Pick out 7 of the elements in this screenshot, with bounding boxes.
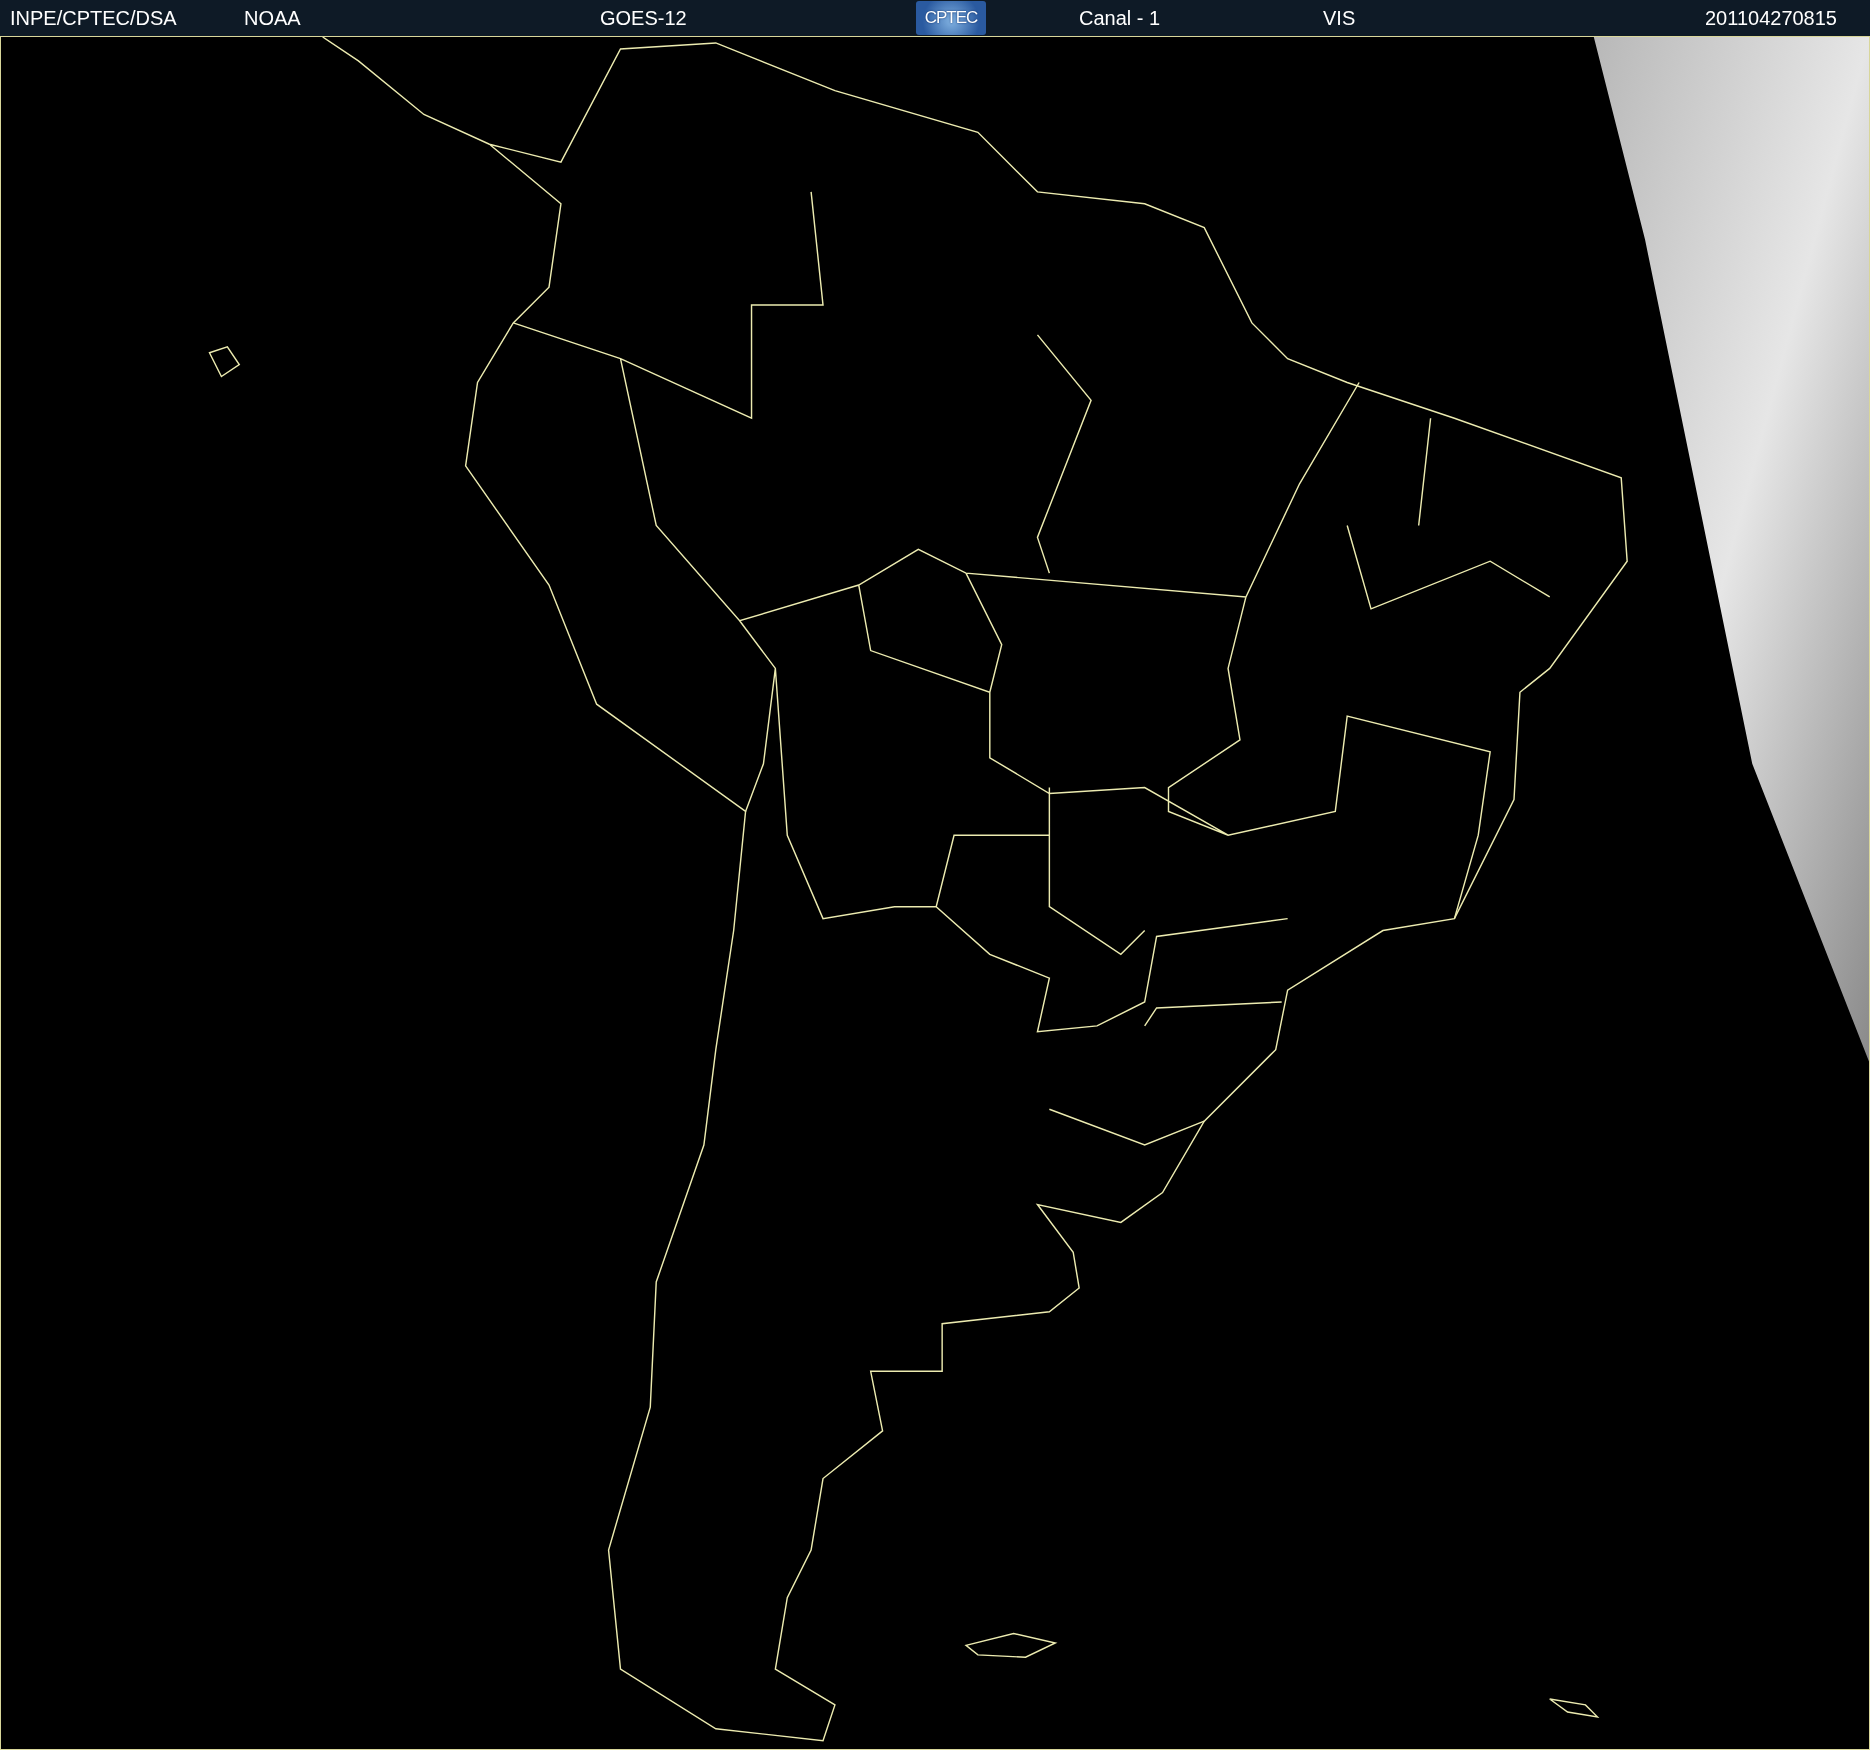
logo: CPTEC [916, 1, 986, 35]
band-label: VIS [1323, 8, 1357, 28]
channel-label: Canal - 1 [1079, 8, 1162, 28]
timestamp-label: 201104270815 [1705, 8, 1837, 28]
source-label: NOAA [244, 8, 302, 28]
agency-label: INPE/CPTEC/DSA [10, 8, 178, 28]
satellite-label: GOES-12 [600, 8, 688, 28]
